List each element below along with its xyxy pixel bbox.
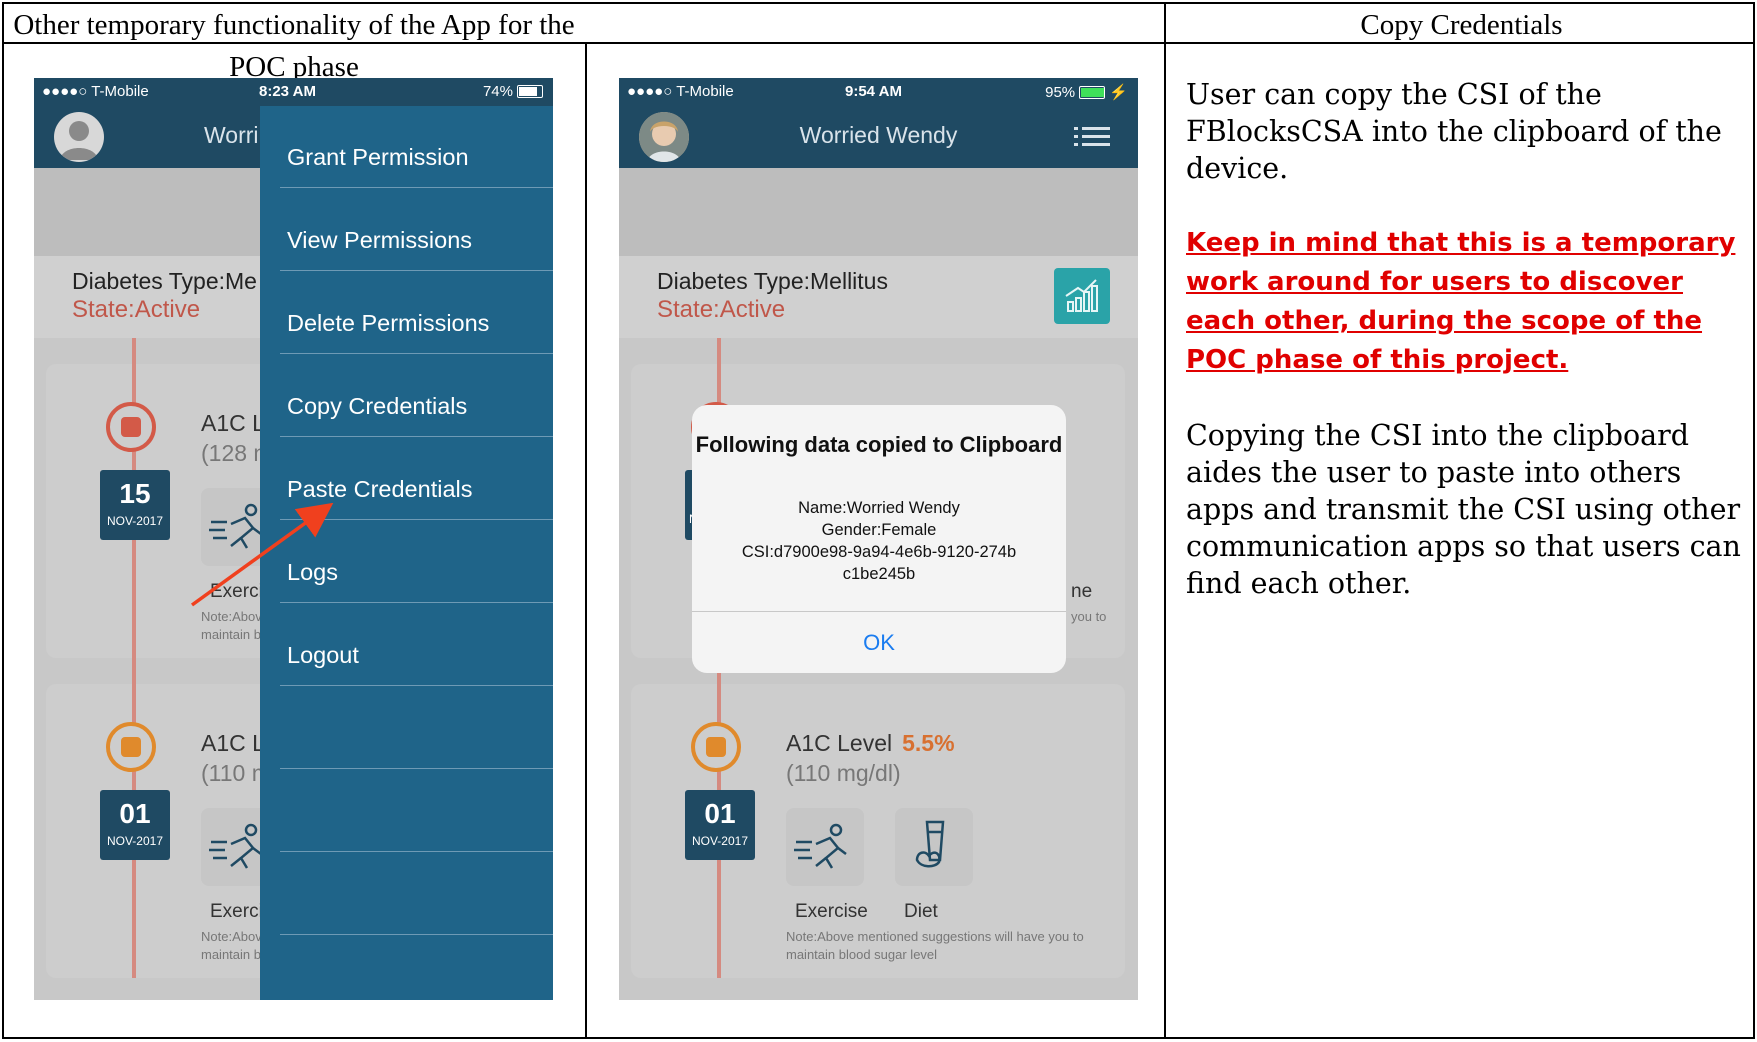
description-p2: Copying the CSI into the clipboard aides… [1186,419,1741,600]
suggestion-note-partial: you to [1071,609,1107,624]
menu-item-copy-credentials[interactable]: Copy Credentials [280,355,553,437]
a1c-percent: 5.5% [902,730,955,756]
alert-circle-icon [106,402,156,452]
menu-list-icon[interactable] [1074,126,1110,148]
menu-item-delete-permissions[interactable]: Delete Permissions [280,272,553,354]
alert-gender: Gender:Female [821,521,937,539]
menu-item-view-permissions[interactable]: View Permissions [280,189,553,271]
battery-status: 95% ⚡ [1045,84,1128,101]
reading-card[interactable]: 01 NOV-2017 A1C Level 5.5% (110 mg/dl) Ex… [631,658,1125,978]
pointer-arrow-icon [190,503,334,607]
diet-drink-icon [915,820,945,868]
avatar[interactable] [54,112,104,162]
a1c-value: (110 mg/dl) [786,760,901,786]
alert-csi-cont: c1be245b [842,565,916,583]
state: State:Active [72,296,201,323]
exercise-label: Exercise [795,901,868,922]
header-band [619,168,1138,256]
nav-title: Worri [204,122,259,148]
menu-item-grant-permission[interactable]: Grant Permission [280,106,553,188]
date-badge: 15 NOV-2017 [100,470,170,540]
alert-divider [692,611,1066,612]
battery-status: 74% [483,83,543,100]
battery-icon [517,85,543,98]
diabetes-info: Diabetes Type:Mellitus State:Active [619,256,1138,338]
status-bar: ●●●●○ T-Mobile 8:23 AM 74% [34,78,553,106]
bar-chart-icon [1065,279,1098,312]
alert-name: Name:Worried Wendy [798,499,960,517]
menu-item-empty [280,853,553,935]
a1c-level: A1C Level 5.5% [786,730,955,756]
alert-csi: CSI:d7900e98-9a94-4e6b-9120-274b [741,543,1017,561]
state: State:Active [657,296,786,323]
stats-button[interactable] [1054,268,1110,324]
nav-bar: Worried Wendy [619,106,1138,168]
carrier: ●●●●○ T-Mobile [42,83,149,100]
warning-text: Keep in mind that this is a temporary wo… [1186,228,1736,375]
date-badge: 01 NOV-2017 [100,790,170,860]
carrier: ●●●●○ T-Mobile [627,83,734,100]
header-left: Other temporary functionality of the App… [13,9,575,83]
header-right: Copy Credentials [1360,9,1563,41]
diet-label-partial: ne [1071,581,1093,602]
alert-body: Name:Worried Wendy Gender:Female CSI:d79… [692,497,1066,585]
date-badge: 01 NOV-2017 [685,790,755,860]
diet-label: Diet [904,901,938,922]
nav-title: Worried Wendy [799,122,958,148]
suggestion-note: Note:Above mentioned suggestions will ha… [786,929,1084,962]
phone-screenshot-menu: ●●●●○ T-Mobile 8:23 AM 74% Worri Diabete… [34,78,553,1000]
battery-icon [1079,86,1106,99]
ok-button[interactable]: OK [692,623,1066,663]
description-p1: User can copy the CSI of the FBlocksCSA … [1186,78,1722,185]
column-divider-1 [585,44,587,1039]
document-page: Other temporary functionality of the App… [0,0,1757,1042]
alert-title: Following data copied to Clipboard [695,432,1063,457]
header-divider [4,42,1753,44]
diabetes-type: Diabetes Type:Mellitus [657,268,888,294]
column-divider-2 [1164,4,1166,1037]
diet-tile[interactable] [895,808,973,886]
description: User can copy the CSI of the FBlocksCSA … [1186,76,1746,639]
exercise-tile[interactable] [786,808,864,886]
warning-circle-icon [691,722,741,772]
menu-item-empty [280,770,553,852]
user-silhouette-icon [60,121,98,160]
clipboard-alert: Following data copied to Clipboard Name:… [692,405,1066,673]
diabetes-type: Diabetes Type:Me [72,268,257,294]
clock: 8:23 AM [259,83,316,100]
phone-screenshot-alert: ●●●●○ T-Mobile 9:54 AM 95% ⚡ Worried Wen… [619,78,1138,1000]
menu-item-empty [280,687,553,769]
running-icon [794,823,847,869]
status-bar: ●●●●○ T-Mobile 9:54 AM 95% ⚡ [619,78,1138,106]
clock: 9:54 AM [845,83,902,100]
warning-circle-icon [106,722,156,772]
